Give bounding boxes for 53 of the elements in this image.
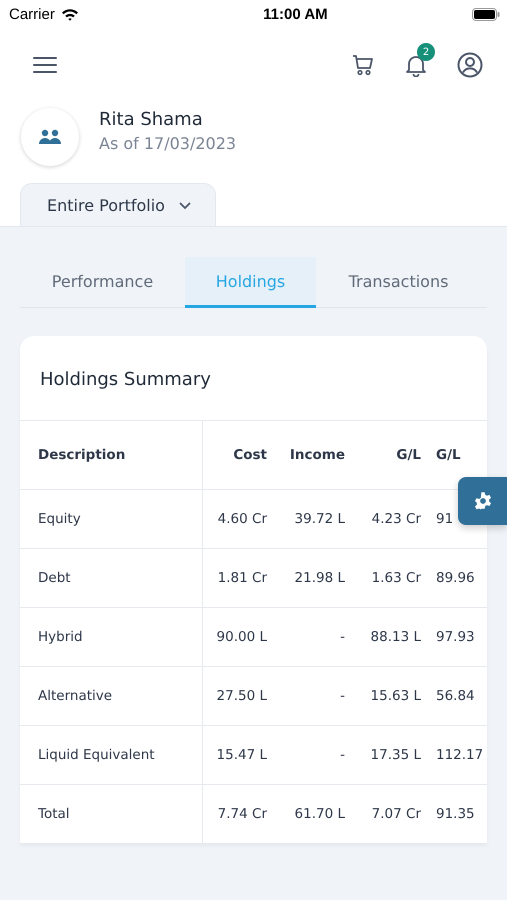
table-cell: 7.74 Cr [218,806,267,822]
column-header: G/L [435,446,462,465]
settings-button[interactable] [458,477,507,525]
table-cell: 7.07 Cr [372,806,421,822]
notification-badge: 2 [417,43,435,61]
table-cell: Equity [38,511,81,527]
table-cell: 4.23 Cr [372,511,421,527]
battery-icon [472,8,500,20]
people-icon [39,129,61,145]
table-cell: Debt [38,570,71,586]
table-cell: 112.17 [436,747,484,763]
table-cell: 90.00 L [216,629,267,645]
table-cell: 27.50 L [216,688,267,704]
table-cell: 61.70 L [294,806,345,822]
menu-icon[interactable] [33,56,57,74]
client-name: Rita Shama [99,109,204,130]
table-cell: 21.98 L [294,570,345,586]
table-cell: 88.13 L [370,629,421,645]
portfolio-dropdown[interactable]: Entire Portfolio [20,183,216,227]
carrier-label: Carrier [9,6,55,22]
table-cell: - [340,747,345,763]
profile-icon[interactable] [457,52,483,78]
table-cell: 89.96 [436,570,475,586]
table-cell: Total [38,806,70,822]
column-header: Cost [232,446,267,465]
table-cell: 39.72 L [294,511,345,527]
column-header: Income [288,446,345,465]
table-cell: 1.63 Cr [372,570,421,586]
column-header: G/L [395,446,421,465]
tab[interactable]: Transactions [316,257,481,308]
table-cell: 56.84 [436,688,475,704]
table-cell: 1.81 Cr [218,570,267,586]
as-of-date: As of 17/03/2023 [99,134,236,153]
table-cell: 17.35 L [370,747,421,763]
wifi-icon [60,8,79,20]
table-cell: 15.47 L [216,747,267,763]
table-cell: Alternative [38,688,112,704]
cart-icon[interactable] [351,53,375,77]
table-cell: 91.35 [436,806,475,822]
table-cell: 15.63 L [370,688,421,704]
chevron-down-icon [178,202,191,210]
status-time: 11:00 AM [263,6,328,22]
table-cell: 91 [436,511,454,527]
table-cell: 97.93 [436,629,475,645]
table-cell: Hybrid [38,629,83,645]
tab[interactable]: Performance [20,257,185,308]
table-cell: - [340,688,345,704]
table-cell: - [340,629,345,645]
table-cell: Liquid Equivalent [38,747,155,763]
bell-icon[interactable] [405,53,427,77]
table-cell: 4.60 Cr [218,511,267,527]
column-header: Description [20,421,203,489]
card-title: Holdings Summary [39,368,212,392]
